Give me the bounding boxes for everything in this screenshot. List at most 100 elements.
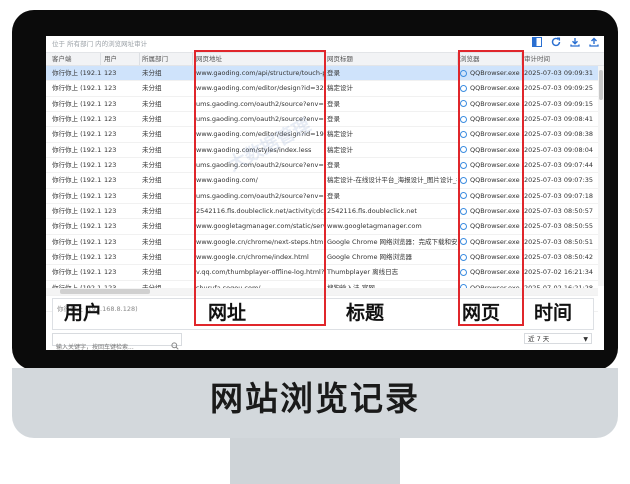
footer-title: 网站浏览记录 (210, 379, 420, 418)
row-client: 你行你上 (192.1... (52, 207, 102, 216)
row-user: 123 (104, 145, 117, 154)
header-time[interactable]: 审计时间 (524, 53, 596, 65)
header-user[interactable]: 用户 (104, 53, 140, 65)
header-dept[interactable]: 所属部门 (142, 53, 192, 65)
search-input[interactable] (53, 342, 168, 350)
label-user: 用户 (64, 302, 103, 324)
row-user: 123 (104, 222, 117, 231)
row-title: 稿定设计 (327, 130, 353, 139)
row-user: 123 (104, 268, 117, 277)
row-time: 2025-07-03 08:50:55 (524, 222, 594, 231)
chevron-down-icon: ▼ (583, 336, 588, 343)
row-client: 你行你上 (192.1... (52, 69, 102, 77)
row-client: 你行你上 (192.1... (52, 268, 102, 277)
hscroll-thumb[interactable] (60, 289, 150, 294)
export-icon[interactable] (588, 36, 600, 48)
row-dept: 未分组 (142, 207, 162, 216)
row-client: 你行你上 (192.1... (52, 145, 102, 154)
row-title: 稿定设计 (327, 145, 353, 154)
row-user: 123 (104, 69, 117, 77)
row-client: 你行你上 (192.1... (52, 222, 102, 231)
row-dept: 未分组 (142, 130, 162, 139)
search-icon[interactable] (171, 335, 179, 350)
row-title: 2542116.fls.doubleclick.net (327, 207, 417, 216)
row-user: 123 (104, 207, 117, 216)
row-dept: 未分组 (142, 237, 162, 246)
row-title: 登录 (327, 161, 340, 170)
row-time: 2025-07-03 09:07:18 (524, 191, 594, 200)
row-title: 登录 (327, 99, 340, 108)
label-page: 网页 (462, 302, 501, 324)
row-title: 登录 (327, 69, 340, 77)
columns-icon[interactable] (531, 36, 543, 48)
row-user: 123 (104, 237, 117, 246)
refresh-icon[interactable] (550, 36, 562, 48)
row-title: Google Chrome 网络浏览器 (327, 253, 413, 262)
app-screen: 位于 所有部门 内的浏览网址审计 客户端 用户 所属部门 网页地址 网页标题 浏… (46, 36, 604, 350)
row-user: 123 (104, 191, 117, 200)
row-dept: 未分组 (142, 161, 162, 170)
row-client: 你行你上 (192.1... (52, 99, 102, 108)
row-user: 123 (104, 253, 117, 262)
scroll-thumb[interactable] (599, 70, 603, 100)
label-url: 网址 (208, 302, 247, 324)
row-time: 2025-07-03 09:08:38 (524, 130, 594, 139)
row-title: 登录 (327, 115, 340, 124)
row-user: 123 (104, 161, 117, 170)
row-time: 2025-07-02 16:21:34 (524, 268, 594, 277)
row-time: 2025-07-03 09:09:31 (524, 69, 594, 77)
monitor-stand (230, 438, 400, 484)
row-title: Thumbplayer 离线日志 (327, 268, 399, 277)
row-time: 2025-07-03 08:50:51 (524, 237, 594, 246)
row-dept: 未分组 (142, 176, 162, 185)
date-range-value: 近 7 天 (528, 335, 550, 343)
monitor-chin: 网站浏览记录 (12, 368, 618, 438)
toolbar-icons (531, 36, 600, 48)
row-dept: 未分组 (142, 222, 162, 231)
row-time: 2025-07-03 09:07:44 (524, 161, 594, 170)
row-client: 你行你上 (192.1... (52, 176, 102, 185)
row-dept: 未分组 (142, 99, 162, 108)
row-dept: 未分组 (142, 69, 162, 77)
row-dept: 未分组 (142, 253, 162, 262)
toolbar-title: 位于 所有部门 内的浏览网址审计 (52, 40, 148, 48)
row-title: 稿定设计 (327, 84, 353, 93)
row-dept: 未分组 (142, 268, 162, 277)
row-dept: 未分组 (142, 191, 162, 200)
row-user: 123 (104, 176, 117, 185)
monitor-frame: 位于 所有部门 内的浏览网址审计 客户端 用户 所属部门 网页地址 网页标题 浏… (12, 10, 618, 370)
vertical-scrollbar[interactable] (598, 66, 604, 286)
row-user: 123 (104, 84, 117, 93)
row-time: 2025-07-03 08:50:42 (524, 253, 594, 262)
header-title[interactable]: 网页标题 (327, 53, 457, 65)
row-dept: 未分组 (142, 84, 162, 93)
row-title: 登录 (327, 191, 340, 200)
row-time: 2025-07-03 09:09:25 (524, 84, 594, 93)
row-dept: 未分组 (142, 115, 162, 124)
row-time: 2025-07-03 09:08:04 (524, 145, 594, 154)
row-user: 123 (104, 99, 117, 108)
row-client: 你行你上 (192.1... (52, 191, 102, 200)
row-client: 你行你上 (192.1... (52, 130, 102, 139)
row-client: 你行你上 (192.1... (52, 115, 102, 124)
search-box[interactable] (52, 333, 182, 350)
row-dept: 未分组 (142, 145, 162, 154)
row-time: 2025-07-03 09:09:15 (524, 99, 594, 108)
row-client: 你行你上 (192.1... (52, 84, 102, 93)
row-time: 2025-07-03 09:08:41 (524, 115, 594, 124)
row-user: 123 (104, 130, 117, 139)
row-client: 你行你上 (192.1... (52, 237, 102, 246)
label-title: 标题 (346, 302, 385, 324)
row-client: 你行你上 (192.1... (52, 253, 102, 262)
header-client[interactable]: 客户端 (52, 53, 102, 65)
row-client: 你行你上 (192.1... (52, 161, 102, 170)
date-range-select[interactable]: 近 7 天 ▼ (524, 333, 592, 344)
row-title: Google Chrome 网络浏览器：完成下载和安装 (327, 237, 457, 246)
row-user: 123 (104, 115, 117, 124)
label-time: 时间 (534, 302, 573, 324)
url-highlight-box (194, 50, 326, 326)
download-icon[interactable] (569, 36, 581, 48)
row-title: www.googletagmanager.com (327, 222, 422, 231)
browser-highlight-box (458, 50, 524, 326)
row-time: 2025-07-03 08:50:57 (524, 207, 594, 216)
